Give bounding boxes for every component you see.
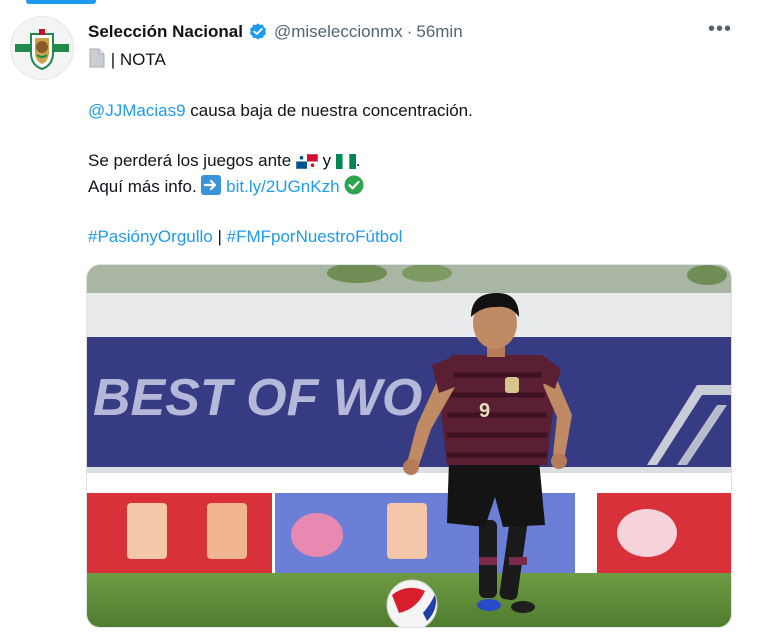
hashtags-line: #PasiónyOrgullo | #FMFporNuestroFútbol [88,226,402,248]
tweet-line-2: Se perderá los juegos ante y . [88,150,361,175]
verified-badge-icon [248,22,268,42]
arrow-right-icon [201,175,222,201]
soccer-ball [386,579,438,627]
nota-line: | NOTA [88,48,166,74]
author-handle[interactable]: @miseleccionmx [274,22,403,42]
nigeria-flag-icon [335,153,356,175]
mention-link[interactable]: @JJMacias9 [88,101,186,120]
bitly-link[interactable]: bit.ly/2UGnKzh [226,177,339,196]
author-name[interactable]: Selección Nacional [88,22,243,42]
hashtag-fmf[interactable]: #FMFporNuestroFútbol [227,227,403,246]
line1-text: causa baja de nuestra concentración. [185,101,473,120]
line2-end: . [355,151,361,170]
avatar[interactable] [10,16,74,80]
hashtag-separator: | [212,227,227,246]
jersey-number: 9 [479,400,490,422]
tab-indicator [26,0,96,4]
line2-and: y [317,151,336,170]
line2-text: Se perderá los juegos ante [88,151,292,170]
tweet-line-3: Aquí más info. bit.ly/2UGnKzh [88,175,364,201]
banner-text: BEST OF WO [93,369,422,427]
line3-text: Aquí más info. [88,177,197,196]
check-icon [344,175,364,201]
tweet-header: Selección Nacional @miseleccionmx · 56mi… [88,20,728,44]
tweet-timestamp[interactable]: 56min [416,22,462,42]
nota-label: | NOTA [110,50,166,69]
tweet-media-image[interactable]: BEST OF WO 9 [86,264,732,628]
hashtag-pasion[interactable]: #PasiónyOrgullo [88,227,213,246]
soccer-player-photo: BEST OF WO 9 [87,265,731,627]
mexico-crest-logo [11,17,73,79]
header-separator: · [406,22,413,41]
tweet-line-1: @JJMacias9 causa baja de nuestra concent… [88,100,473,122]
more-options-icon[interactable]: ••• [708,18,732,41]
panama-flag-icon [295,153,319,175]
document-icon [88,48,106,74]
